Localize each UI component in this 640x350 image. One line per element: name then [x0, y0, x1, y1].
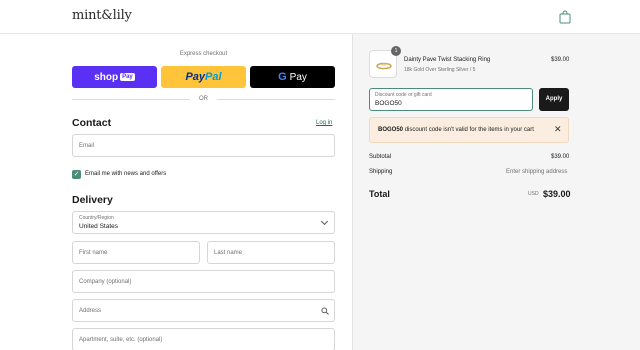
- paypal-logo: PayPal: [185, 71, 221, 83]
- quantity-badge: 1: [391, 46, 401, 56]
- shipping-label: Shipping: [369, 169, 393, 175]
- error-message-text: discount code isn't valid for the items …: [404, 127, 534, 133]
- discount-error-message: BOGO50 discount code isn't valid for the…: [378, 127, 534, 133]
- total-label: Total: [369, 189, 390, 199]
- close-icon[interactable]: ✕: [554, 124, 562, 135]
- express-checkout-label: Express checkout: [179, 51, 228, 57]
- discount-value: BOGO50: [375, 100, 402, 107]
- apartment-placeholder: Apartment, suite, etc. (optional): [79, 337, 163, 343]
- apply-discount-button[interactable]: Apply: [539, 88, 569, 111]
- search-icon: [321, 307, 329, 315]
- contact-heading: Contact: [72, 117, 112, 129]
- email-field[interactable]: Email: [72, 134, 335, 157]
- total-currency: USD: [528, 191, 539, 197]
- company-placeholder: Company (optional): [79, 279, 132, 285]
- delivery-heading: Delivery: [72, 194, 113, 206]
- paypal-label-pay: Pay: [185, 71, 206, 83]
- shipping-value: Enter shipping address: [506, 169, 568, 175]
- shop-pay-label: shop: [94, 71, 119, 83]
- google-pay-logo: G Pay: [278, 71, 307, 83]
- last-name-field[interactable]: Last name: [207, 241, 335, 264]
- company-field[interactable]: Company (optional): [72, 270, 335, 293]
- subtotal-label: Subtotal: [369, 154, 392, 160]
- first-name-field[interactable]: First name: [72, 241, 200, 264]
- discount-label: Discount code or gift card: [375, 92, 432, 98]
- newsletter-label: Email me with news and offers: [85, 171, 167, 177]
- country-select[interactable]: Country/Region United States: [72, 211, 335, 234]
- subtotal-value: $39.00: [551, 154, 570, 160]
- address-placeholder: Address: [79, 308, 102, 314]
- email-placeholder: Email: [79, 143, 95, 149]
- newsletter-checkbox[interactable]: ✓: [72, 170, 81, 179]
- first-name-placeholder: First name: [79, 250, 108, 256]
- address-field[interactable]: Address: [72, 299, 335, 322]
- shop-pay-badge: Pay: [120, 73, 135, 81]
- shopping-bag-icon[interactable]: [559, 10, 571, 24]
- product-variant: 18k Gold Over Sterling Silver / 5: [404, 67, 476, 73]
- country-label: Country/Region: [79, 215, 114, 221]
- error-code: BOGO50: [378, 127, 404, 133]
- order-summary-panel: [352, 34, 640, 350]
- last-name-placeholder: Last name: [214, 250, 243, 256]
- apartment-field[interactable]: Apartment, suite, etc. (optional): [72, 328, 335, 350]
- google-pay-button[interactable]: G Pay: [250, 66, 335, 88]
- login-link[interactable]: Log in: [316, 120, 332, 126]
- header: mint&lily: [0, 0, 640, 34]
- discount-code-input[interactable]: Discount code or gift card BOGO50: [369, 88, 533, 111]
- product-price: $39.00: [551, 57, 570, 63]
- total-amount: $39.00: [543, 189, 571, 199]
- google-g-icon: G: [278, 71, 287, 83]
- shop-pay-button[interactable]: shop Pay: [72, 66, 157, 88]
- product-name: Dainty Pave Twist Stacking Ring: [404, 57, 491, 63]
- discount-error-banner: BOGO50 discount code isn't valid for the…: [369, 117, 569, 143]
- store-logo[interactable]: mint&lily: [72, 8, 132, 23]
- paypal-label-pal: Pal: [205, 71, 222, 83]
- paypal-button[interactable]: PayPal: [161, 66, 246, 88]
- country-value: United States: [79, 223, 119, 230]
- google-pay-label: Pay: [289, 71, 307, 83]
- divider-right: [217, 99, 335, 100]
